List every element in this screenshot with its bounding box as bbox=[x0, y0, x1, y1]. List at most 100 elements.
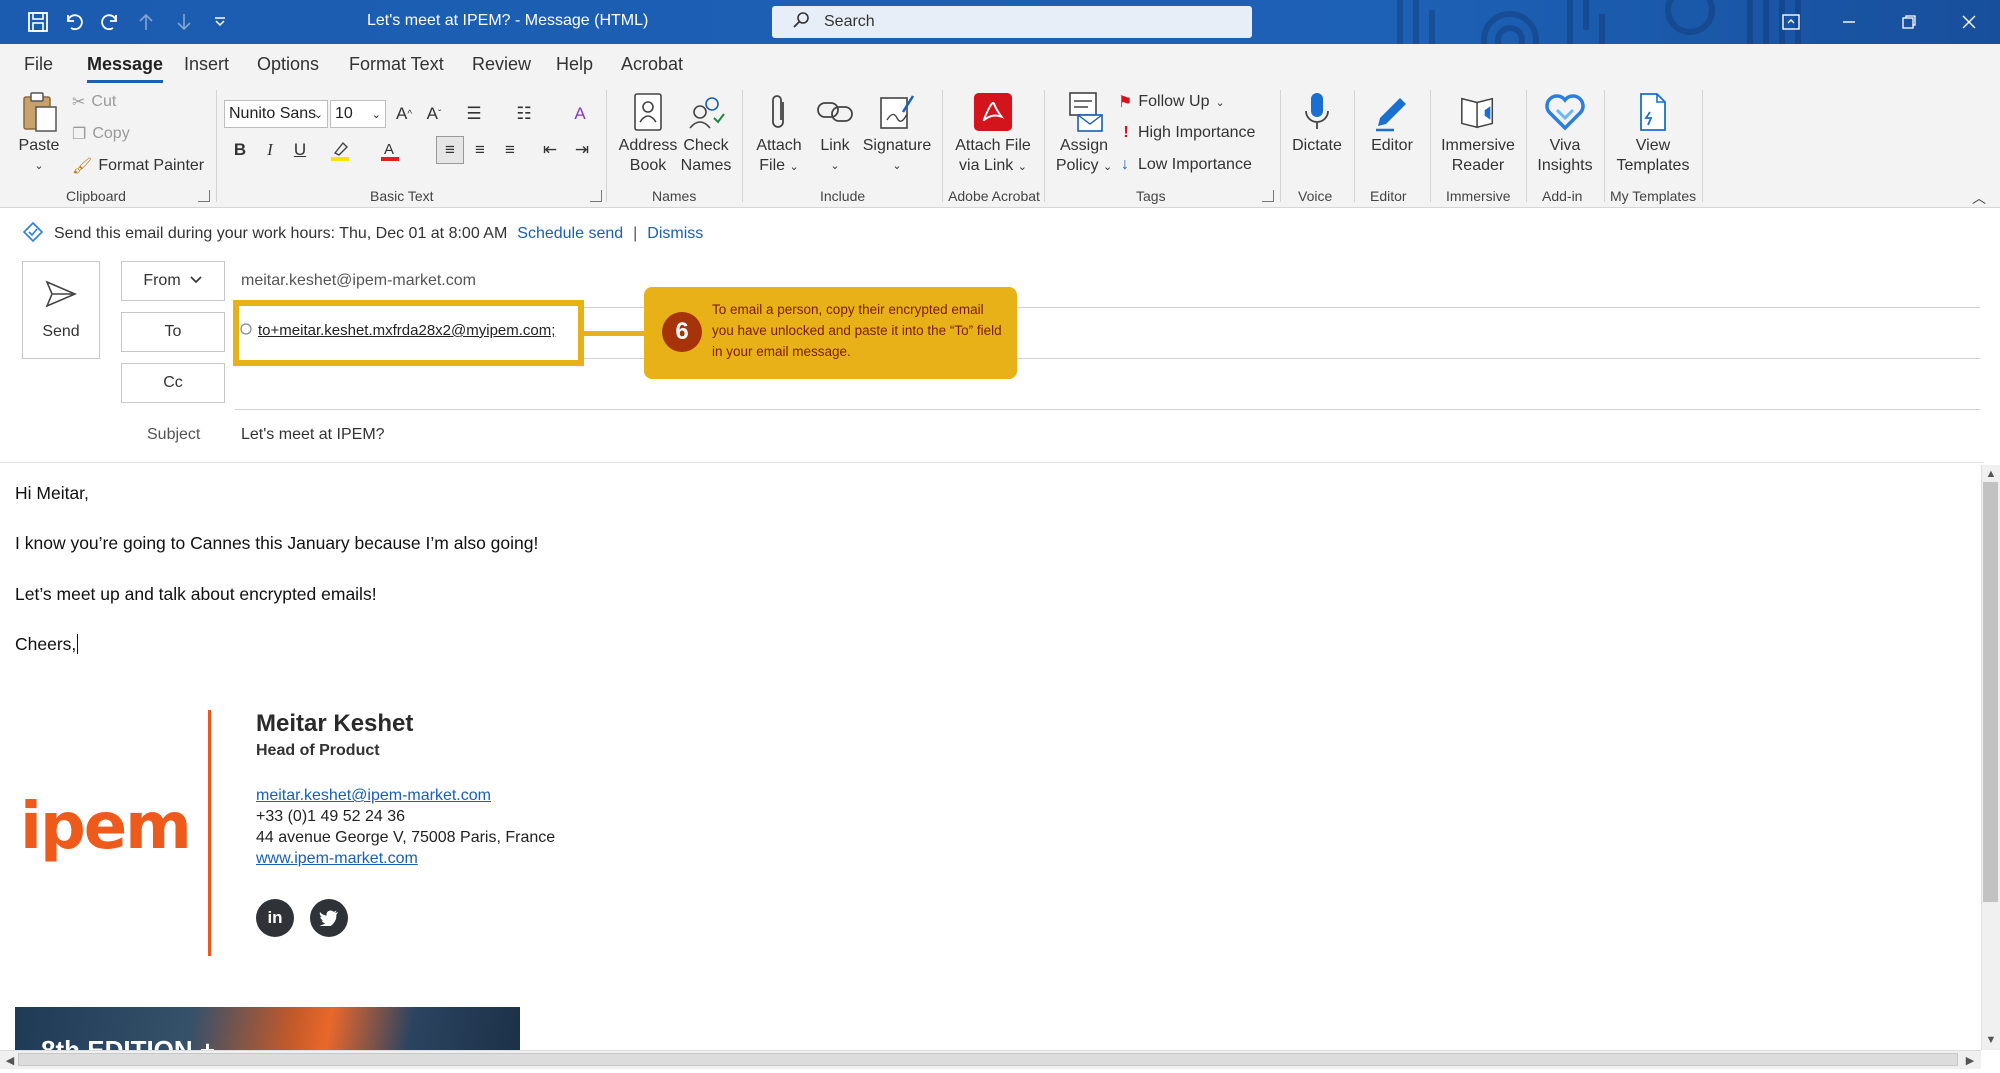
high-importance-button[interactable]: ! High Importance bbox=[1120, 124, 1255, 142]
send-label: Send bbox=[42, 322, 80, 340]
paperclip-icon bbox=[759, 90, 799, 134]
attach-file-via-link-button[interactable]: Attach File via Link ⌄ bbox=[950, 90, 1036, 177]
cc-button[interactable]: Cc bbox=[121, 363, 225, 403]
subject-input[interactable]: Let's meet at IPEM? bbox=[241, 426, 385, 444]
scroll-right-icon[interactable]: ▶ bbox=[1962, 1052, 1978, 1068]
basic-text-launcher-icon[interactable] bbox=[590, 190, 602, 202]
clear-formatting-icon[interactable]: A bbox=[566, 100, 594, 128]
underline-icon[interactable]: U bbox=[286, 136, 314, 164]
check-names-icon bbox=[686, 90, 726, 134]
font-color-icon[interactable]: A bbox=[376, 136, 404, 164]
scroll-down-icon[interactable]: ▼ bbox=[1983, 1032, 1999, 1048]
assign-policy-button[interactable]: Assign Policy ⌄ bbox=[1054, 90, 1114, 177]
restore-icon[interactable] bbox=[1886, 6, 1932, 38]
scroll-left-icon[interactable]: ◀ bbox=[2, 1052, 18, 1068]
attach-file-button[interactable]: Attach File ⌄ bbox=[754, 90, 804, 177]
twitter-icon[interactable] bbox=[310, 899, 348, 937]
voice-group-label: Voice bbox=[1298, 188, 1333, 204]
tab-acrobat[interactable]: Acrobat bbox=[621, 54, 683, 75]
tab-format-text[interactable]: Format Text bbox=[349, 54, 444, 75]
viva-insights-icon bbox=[1545, 90, 1585, 134]
low-importance-button[interactable]: ↓ Low Importance bbox=[1118, 156, 1252, 174]
body-line: Hi Meitar, bbox=[15, 483, 89, 503]
callout-text: To email a person, copy their encrypted … bbox=[712, 302, 1002, 359]
view-templates-button[interactable]: View Templates bbox=[1612, 90, 1694, 176]
collapse-ribbon-icon[interactable]: ︿ bbox=[1972, 188, 1986, 208]
menu-bar: File Message Insert Options Format Text … bbox=[0, 44, 2000, 84]
tab-help[interactable]: Help bbox=[556, 54, 593, 75]
grow-font-icon[interactable]: A ^ bbox=[390, 100, 418, 128]
from-value: meitar.keshet@ipem-market.com bbox=[241, 272, 476, 289]
scroll-up-icon[interactable]: ▲ bbox=[1983, 466, 1999, 482]
address-book-button[interactable]: Address Book bbox=[618, 90, 678, 176]
tab-file[interactable]: File bbox=[24, 54, 53, 75]
schedule-send-link[interactable]: Schedule send bbox=[517, 225, 623, 243]
separator bbox=[1430, 90, 1431, 202]
bullets-icon[interactable]: ☰ bbox=[460, 100, 488, 128]
font-size-select[interactable]: 10 ⌄ bbox=[330, 100, 386, 128]
to-button[interactable]: To bbox=[121, 312, 225, 352]
arrow-down-icon[interactable] bbox=[170, 8, 198, 36]
close-icon[interactable] bbox=[1946, 6, 1992, 38]
link-button[interactable]: Link ⌄ bbox=[814, 90, 856, 176]
italic-icon[interactable]: I bbox=[256, 136, 284, 164]
editor-pen-icon bbox=[1372, 90, 1412, 134]
to-recipient-address[interactable]: to+meitar.keshet.mxfrda28x2@myipem.com; bbox=[258, 322, 555, 339]
tab-review[interactable]: Review bbox=[472, 54, 531, 75]
send-button[interactable]: Send bbox=[22, 261, 100, 359]
editor-button[interactable]: Editor bbox=[1364, 90, 1420, 156]
align-left-icon[interactable]: ≡ bbox=[436, 136, 464, 164]
to-input[interactable]: to+meitar.keshet.mxfrda28x2@myipem.com; bbox=[240, 322, 555, 339]
follow-up-button[interactable]: ⚑ Follow Up ⌄ bbox=[1118, 92, 1225, 112]
format-painter-button[interactable]: 🖌 Format Painter bbox=[72, 156, 204, 176]
undo-icon[interactable] bbox=[60, 8, 88, 36]
decrease-indent-icon[interactable]: ⇤ bbox=[536, 136, 564, 164]
customize-toolbar-icon[interactable] bbox=[206, 8, 234, 36]
signature-email-link[interactable]: meitar.keshet@ipem-market.com bbox=[256, 787, 491, 805]
from-button[interactable]: From bbox=[121, 261, 225, 301]
viva-insights-button[interactable]: Viva Insights bbox=[1534, 90, 1596, 176]
add-in-group-label: Add-in bbox=[1542, 188, 1583, 204]
minimize-icon[interactable] bbox=[1826, 6, 1872, 38]
assign-policy-icon bbox=[1064, 90, 1104, 134]
immersive-reader-button[interactable]: Immersive Reader bbox=[1438, 90, 1518, 176]
ribbon-display-icon[interactable] bbox=[1768, 6, 1814, 38]
my-templates-group-label: My Templates bbox=[1610, 188, 1697, 204]
bold-icon[interactable]: B bbox=[226, 136, 254, 164]
align-center-icon[interactable]: ≡ bbox=[466, 136, 494, 164]
tab-options[interactable]: Options bbox=[257, 54, 319, 75]
arrow-up-icon[interactable] bbox=[132, 8, 160, 36]
linkedin-icon[interactable]: in bbox=[256, 899, 294, 937]
signature-website-link[interactable]: www.ipem-market.com bbox=[256, 850, 418, 868]
paste-button[interactable]: Paste ⌄ bbox=[18, 90, 60, 176]
flag-icon: ⚑ bbox=[1118, 94, 1133, 111]
separator bbox=[742, 90, 743, 202]
svg-text:A: A bbox=[384, 141, 394, 158]
numbering-icon[interactable]: ☷ bbox=[510, 100, 538, 128]
assign-policy-label-1: Assign bbox=[1059, 137, 1109, 154]
tab-message[interactable]: Message bbox=[87, 54, 164, 83]
scissors-icon: ✂ bbox=[72, 94, 86, 111]
search-box[interactable]: Search bbox=[772, 6, 1252, 38]
cut-button[interactable]: ✂ Cut bbox=[72, 92, 116, 112]
tags-launcher-icon[interactable] bbox=[1262, 190, 1274, 202]
check-names-button[interactable]: Check Names bbox=[678, 90, 734, 176]
signature-button[interactable]: Signature ⌄ bbox=[862, 90, 932, 176]
shrink-font-icon[interactable]: Aˇ bbox=[420, 100, 448, 128]
vertical-scroll-thumb[interactable] bbox=[1983, 482, 1998, 902]
dictate-button[interactable]: Dictate bbox=[1288, 90, 1346, 156]
clipboard-launcher-icon[interactable] bbox=[198, 190, 210, 202]
chevron-down-icon bbox=[189, 272, 203, 290]
tab-insert[interactable]: Insert bbox=[184, 54, 229, 75]
increase-indent-icon[interactable]: ⇥ bbox=[568, 136, 596, 164]
view-templates-label-1: View bbox=[1635, 137, 1671, 154]
copy-button[interactable]: ❐ Copy bbox=[72, 124, 130, 144]
signature-divider bbox=[208, 710, 211, 956]
font-family-select[interactable]: Nunito Sans ⌄ bbox=[224, 100, 328, 128]
highlight-icon[interactable] bbox=[326, 136, 354, 164]
horizontal-scroll-thumb[interactable] bbox=[18, 1053, 1958, 1066]
redo-icon[interactable] bbox=[96, 8, 124, 36]
dismiss-link[interactable]: Dismiss bbox=[647, 225, 703, 243]
save-icon[interactable] bbox=[24, 8, 52, 36]
align-right-icon[interactable]: ≡ bbox=[496, 136, 524, 164]
